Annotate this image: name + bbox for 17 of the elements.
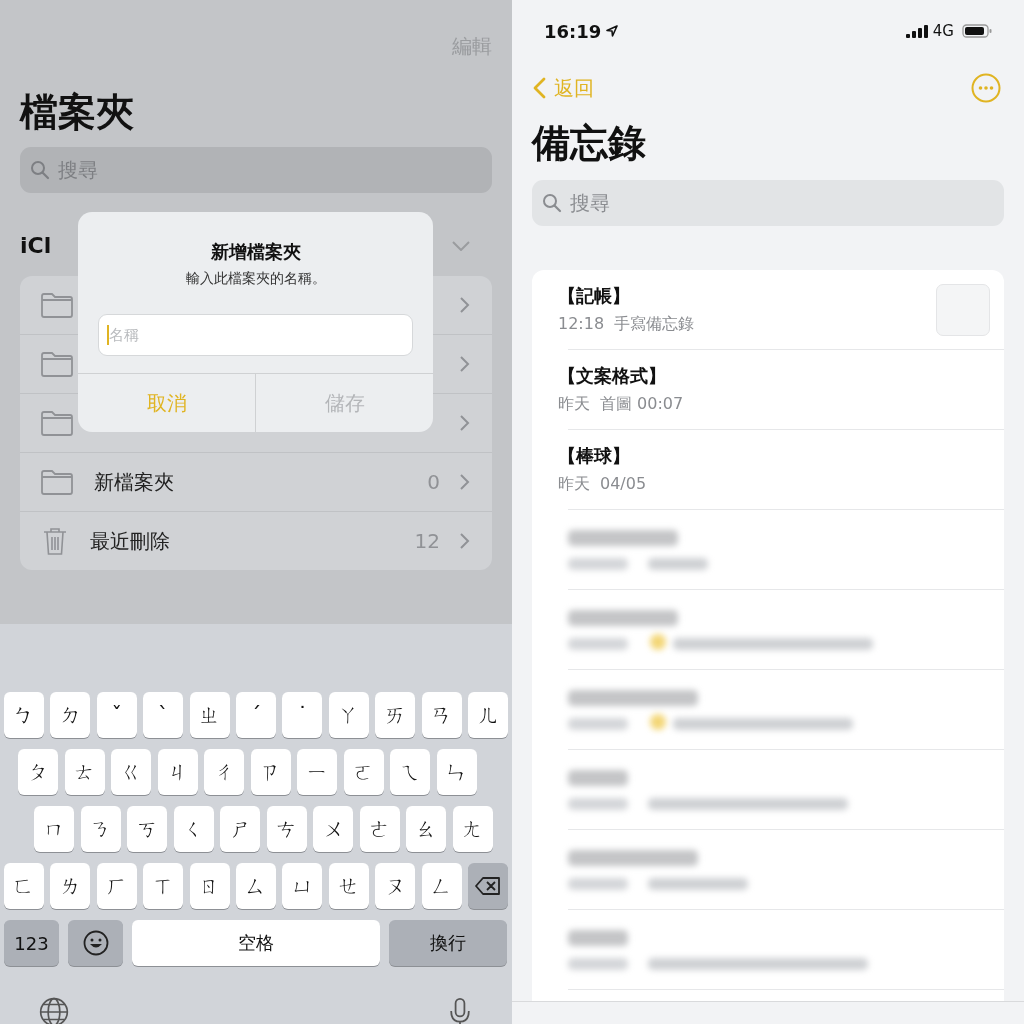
page-title: 備忘錄 bbox=[532, 120, 647, 166]
note-date: 昨天 bbox=[558, 394, 590, 415]
note-preview: 首圖 00:07 bbox=[600, 394, 684, 415]
status-time: 16:19 bbox=[544, 20, 602, 42]
folder-count: 12 bbox=[414, 529, 440, 553]
dialog-message: 輸入此檔案夾的名稱。 bbox=[185, 270, 326, 288]
section-header: iCl bbox=[20, 233, 52, 258]
page-title: 檔案夾 bbox=[20, 89, 135, 135]
network-label: 4G bbox=[932, 22, 954, 40]
folder-name: 新檔案夾 bbox=[94, 468, 174, 496]
dialog-title: 新增檔案夾 bbox=[210, 240, 301, 264]
note-date: 昨天 bbox=[558, 474, 590, 495]
note-preview: 手寫備忘錄 bbox=[614, 314, 695, 335]
folder-count: 0 bbox=[427, 470, 440, 494]
folder-name: 最近刪除 bbox=[90, 527, 170, 555]
note-preview: 04/05 bbox=[600, 474, 647, 495]
note-date: 12:18 bbox=[558, 314, 605, 335]
